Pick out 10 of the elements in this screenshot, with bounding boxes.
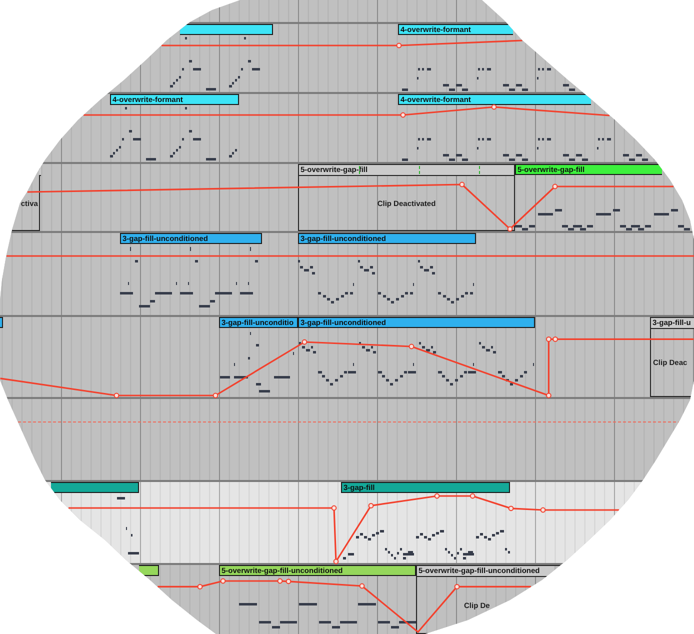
clip-header[interactable]	[0, 317, 3, 328]
marker-icon	[419, 166, 420, 174]
clip-header[interactable]	[50, 482, 139, 493]
clip-header[interactable]	[138, 565, 159, 576]
midi-notes-drawing	[117, 497, 139, 554]
marker-icon	[359, 166, 360, 174]
clip-header[interactable]	[180, 24, 273, 35]
breakpoint-icon[interactable]	[491, 104, 497, 110]
marker-icon	[479, 166, 480, 174]
breakpoint-icon[interactable]	[507, 226, 513, 232]
